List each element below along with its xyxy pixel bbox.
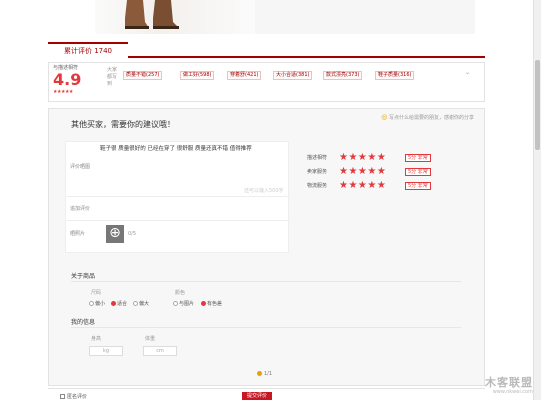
review-tabbar: 累计评价 1740 xyxy=(48,42,485,58)
photo-label: 晒照片 xyxy=(70,231,86,237)
rating-label: 卖家服务 xyxy=(307,169,328,175)
add-photo-button[interactable]: ⊕ xyxy=(106,225,124,243)
my-info-title: 我的信息 xyxy=(71,319,96,326)
impression-tag[interactable]: 大小合适(381) xyxy=(273,71,313,80)
radio-checked-icon xyxy=(111,301,116,306)
impression-tag[interactable]: 穿着舒(421) xyxy=(227,71,262,80)
rating-row-service: 卖家服务 ★★★★★ 5分 非常 xyxy=(307,166,467,177)
size-label: 尺码 xyxy=(91,290,102,296)
review-form: 其他买家，需要你的建议哦！ ◎ 写点什么给需要的朋友，感谢你的分享 评价晒图 鞋… xyxy=(48,108,485,386)
weight-input[interactable]: cm xyxy=(143,346,177,356)
pager[interactable]: 1/1 xyxy=(257,371,272,377)
overall-score: 与描述相符 4.9 ★★★★★ xyxy=(53,65,101,99)
submit-review-button[interactable]: 提交评价 xyxy=(242,392,272,400)
impression-tag[interactable]: 做工好(598) xyxy=(180,71,215,80)
rating-label: 物流服务 xyxy=(307,183,328,189)
star-rating-icon[interactable]: ★★★★★ xyxy=(339,166,386,177)
about-product-title: 关于商品 xyxy=(71,273,96,280)
bottom-bar: 匿名评价 提交评价 xyxy=(48,388,485,400)
photo-count: 0/5 xyxy=(128,231,137,237)
product-thumbnail-area xyxy=(255,0,475,34)
impression-tag[interactable]: 质量不错(257) xyxy=(123,71,163,80)
divider xyxy=(71,327,461,328)
star-rating-icon[interactable]: ★★★★★ xyxy=(339,152,386,163)
watermark-main: 木客联盟 xyxy=(485,376,533,389)
form-hint: ◎ 写点什么给需要的朋友，感谢你的分享 xyxy=(381,113,474,121)
divider xyxy=(71,281,461,282)
color-option-diff[interactable]: 有色差 xyxy=(201,300,222,307)
plus-icon: ⊕ xyxy=(109,225,121,241)
impression-label: 大家都写到 xyxy=(107,67,118,87)
form-title: 其他买家，需要你的建议哦！ xyxy=(71,120,175,129)
divider xyxy=(66,196,290,197)
tab-cumulative-reviews[interactable]: 累计评价 1740 xyxy=(48,42,128,58)
impression-tag[interactable]: 款式漂亮(373) xyxy=(323,71,363,80)
hint-text: 写点什么给需要的朋友，感谢你的分享 xyxy=(388,115,474,121)
score-value: 4.9 xyxy=(53,70,82,89)
boot-image xyxy=(125,0,179,29)
height-label: 身高 xyxy=(91,336,102,342)
size-option-small[interactable]: 偏小 xyxy=(89,300,105,307)
impression-tags: 质量不错(257) 做工好(598) 穿着舒(421) 大小合适(381) 款式… xyxy=(123,71,463,81)
watermark-sub: www.nkwei.com xyxy=(492,389,533,395)
weight-label: 体重 xyxy=(145,336,156,342)
size-option-large[interactable]: 偏大 xyxy=(133,300,149,307)
color-label: 颜色 xyxy=(175,290,186,296)
lightbulb-icon: ◎ xyxy=(381,113,388,121)
rating-score: 5分 非常 xyxy=(405,182,431,190)
score-stars-icon: ★★★★★ xyxy=(53,89,73,95)
radio-icon xyxy=(173,301,178,306)
scrollbar-thumb[interactable] xyxy=(535,60,540,150)
impression-tag[interactable]: 鞋子质量(316) xyxy=(375,71,415,80)
radio-icon xyxy=(133,301,138,306)
review-input-block: 评价晒图 鞋子很 质量很好的 已经在穿了 很舒服 质量还真不错 值得推荐 还可以… xyxy=(65,141,290,253)
rating-label: 描述相符 xyxy=(307,155,328,161)
star-rating-icon[interactable]: ★★★★★ xyxy=(339,180,386,191)
rating-score: 5分 非常 xyxy=(405,154,431,162)
review-label: 评价晒图 xyxy=(70,164,91,170)
rating-row-description: 描述相符 ★★★★★ 5分 非常 xyxy=(307,152,467,163)
radio-icon xyxy=(89,301,94,306)
divider xyxy=(66,220,290,221)
review-page: 累计评价 1740 与描述相符 4.9 ★★★★★ 大家都写到 质量不错(257… xyxy=(0,0,541,400)
rating-score: 5分 非常 xyxy=(405,168,431,176)
rating-summary: 与描述相符 4.9 ★★★★★ 大家都写到 质量不错(257) 做工好(598)… xyxy=(48,62,485,102)
word-count: 还可以输入500字 xyxy=(244,188,284,194)
checkbox-icon xyxy=(60,394,65,399)
pager-dot-icon xyxy=(257,371,262,376)
radio-checked-icon xyxy=(201,301,206,306)
rating-row-logistics: 物流服务 ★★★★★ 5分 非常 xyxy=(307,180,467,191)
reply-label: 追加评价 xyxy=(70,206,91,212)
height-input[interactable]: kg xyxy=(89,346,123,356)
chevron-down-icon[interactable]: ⌄ xyxy=(465,69,470,76)
scrollbar[interactable] xyxy=(533,0,541,400)
anonymous-checkbox[interactable]: 匿名评价 xyxy=(60,393,87,400)
size-option-fit[interactable]: 适合 xyxy=(111,300,127,307)
review-textarea[interactable]: 鞋子很 质量很好的 已经在穿了 很舒服 质量还真不错 值得推荐 xyxy=(100,146,288,153)
site-watermark: 木客联盟 www.nkwei.com xyxy=(463,376,533,398)
color-option-match[interactable]: 与图片 xyxy=(173,300,194,307)
product-image xyxy=(95,0,255,34)
